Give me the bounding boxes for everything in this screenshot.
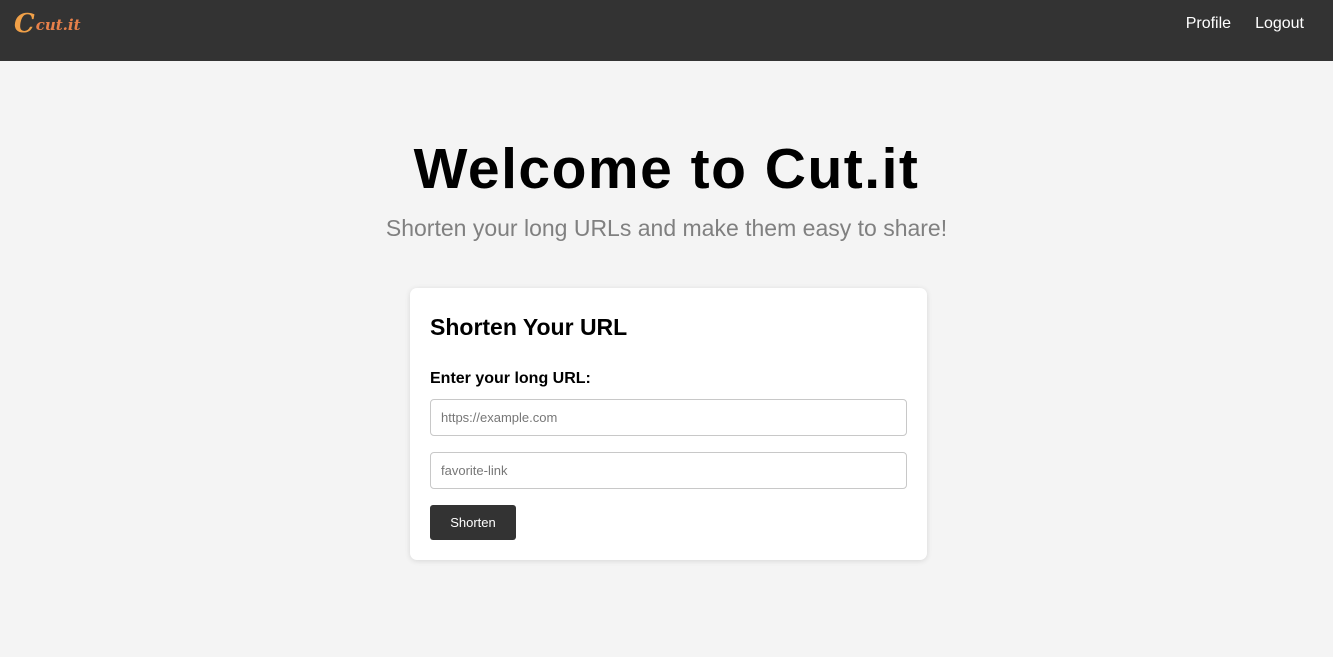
url-field-label: Enter your long URL: [430, 370, 591, 387]
logo-mark: C [14, 9, 35, 39]
nav-link-profile[interactable]: Profile [1186, 14, 1231, 34]
shorten-button[interactable]: Shorten [430, 505, 516, 540]
page-subtitle: Shorten your long URLs and make them eas… [385, 215, 948, 241]
navbar: C cut.it Profile Logout [0, 0, 1333, 61]
nav-link-logout[interactable]: Logout [1255, 14, 1304, 34]
logo-text: cut.it [35, 16, 81, 34]
logo[interactable]: C cut.it [14, 10, 81, 38]
page-title: Welcome to Cut.it [413, 137, 920, 201]
custom-alias-input[interactable] [430, 452, 907, 489]
shorten-url-card: Shorten Your URL Enter your long URL: Sh… [410, 288, 927, 560]
card-title: Shorten Your URL [430, 314, 628, 340]
nav-links: Profile Logout [1186, 14, 1304, 34]
long-url-input[interactable] [430, 399, 907, 436]
